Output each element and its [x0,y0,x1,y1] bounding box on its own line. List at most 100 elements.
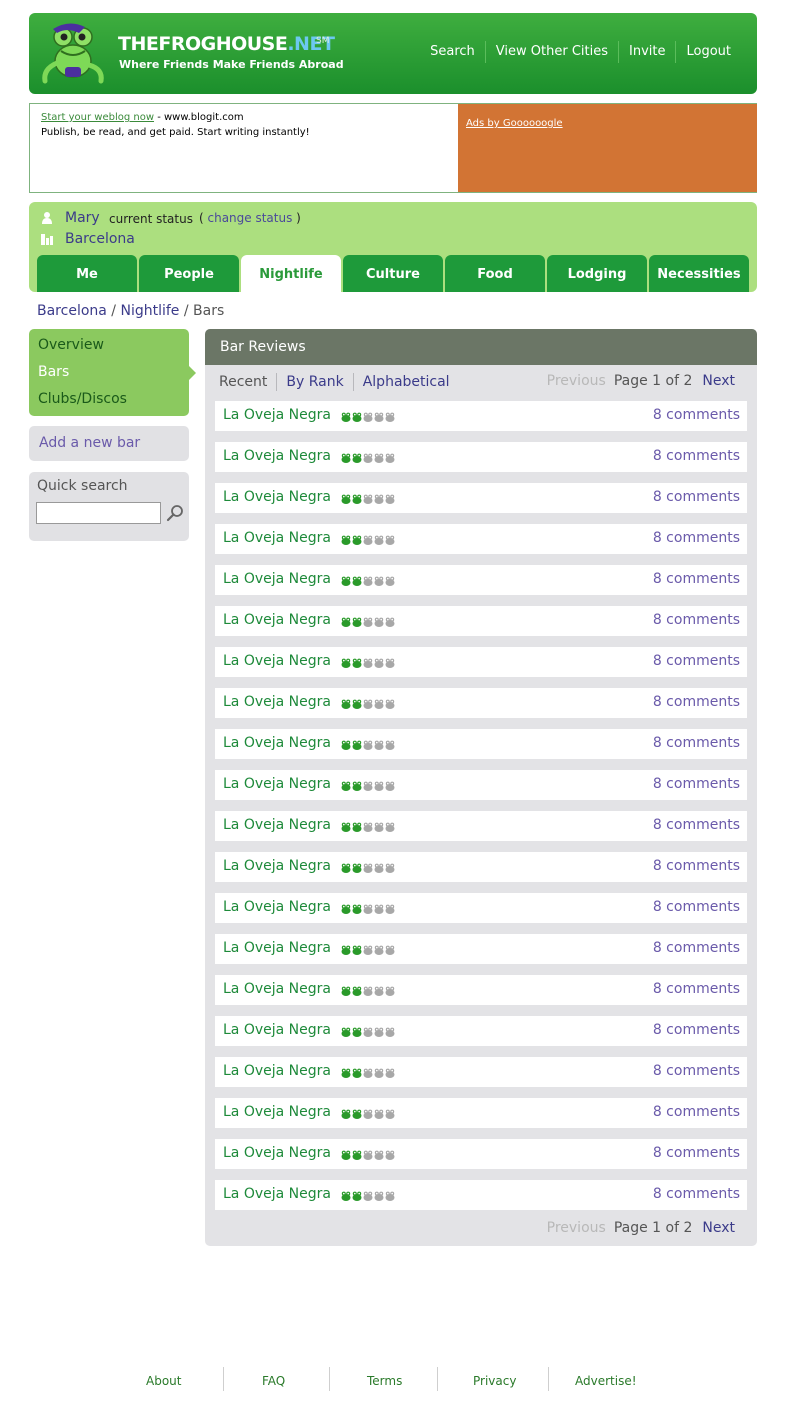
bar-name-link[interactable]: La Oveja Negra [223,612,331,628]
frog-filled-icon [352,576,362,586]
frog-empty-icon [385,1191,395,1201]
frog-filled-icon [341,904,351,914]
bar-row: La Oveja Negra 8 comments [215,565,747,595]
bar-name-link[interactable]: La Oveja Negra [223,940,331,956]
sidebar-item-clubs-discos[interactable]: Clubs/Discos [38,391,127,407]
bar-row: La Oveja Negra 8 comments [215,1139,747,1169]
sidebar-item-overview[interactable]: Overview [38,337,104,353]
comments-link[interactable]: 8 comments [653,1104,740,1120]
frog-empty-icon [363,617,373,627]
comments-link[interactable]: 8 comments [653,653,740,669]
footer-about-link[interactable]: About [146,1374,181,1388]
breadcrumb-city-link[interactable]: Barcelona [37,303,107,319]
tab-me[interactable]: Me [37,255,137,292]
bar-name-link[interactable]: La Oveja Negra [223,899,331,915]
breadcrumb-section-link[interactable]: Nightlife [120,303,179,319]
tab-food[interactable]: Food [445,255,545,292]
frog-filled-icon [341,945,351,955]
sidebar-item-bars[interactable]: Bars [38,364,69,380]
bar-name-link[interactable]: La Oveja Negra [223,858,331,874]
tab-culture[interactable]: Culture [343,255,443,292]
frog-filled-icon [341,1191,351,1201]
comments-link[interactable]: 8 comments [653,858,740,874]
sort-alphabetical[interactable]: Alphabetical [354,373,459,391]
frog-empty-icon [385,494,395,504]
comments-link[interactable]: 8 comments [653,530,740,546]
comments-link[interactable]: 8 comments [653,735,740,751]
comments-link[interactable]: 8 comments [653,940,740,956]
bar-name-link[interactable]: La Oveja Negra [223,1186,331,1202]
user-name-link[interactable]: Mary [65,210,100,226]
comments-link[interactable]: 8 comments [653,1145,740,1161]
section-tabs: Me People Nightlife Culture Food Lodging… [37,255,749,292]
ad-body: Publish, be read, and get paid. Start wr… [41,127,310,138]
comments-link[interactable]: 8 comments [653,489,740,505]
bar-name-link[interactable]: La Oveja Negra [223,1145,331,1161]
tab-people[interactable]: People [139,255,239,292]
bar-name-link[interactable]: La Oveja Negra [223,1022,331,1038]
frog-rating [341,781,395,791]
site-logo-text[interactable]: THEFROGHOUSE.NET [118,33,335,55]
bar-name-link[interactable]: La Oveja Negra [223,448,331,464]
nav-view-other-cities-link[interactable]: View Other Cities [486,42,618,62]
bar-name-link[interactable]: La Oveja Negra [223,1104,331,1120]
bar-name-link[interactable]: La Oveja Negra [223,817,331,833]
tab-lodging[interactable]: Lodging [547,255,647,292]
footer-terms-link[interactable]: Terms [367,1374,402,1388]
footer-advertise-link[interactable]: Advertise! [575,1374,637,1388]
comments-link[interactable]: 8 comments [653,899,740,915]
pager-next-link[interactable]: Next [702,373,735,389]
bar-name-link[interactable]: La Oveja Negra [223,1063,331,1079]
comments-link[interactable]: 8 comments [653,612,740,628]
user-bar: Mary current status ( change status ) Ba… [29,202,757,292]
bar-name-link[interactable]: La Oveja Negra [223,489,331,505]
bar-name-link[interactable]: La Oveja Negra [223,530,331,546]
frog-logo-icon[interactable] [39,23,109,85]
pager-previous-link[interactable]: Previous [547,373,606,389]
comments-link[interactable]: 8 comments [653,1186,740,1202]
ad-link[interactable]: Start your weblog now [41,112,154,123]
user-city-link[interactable]: Barcelona [65,231,135,247]
bar-name-link[interactable]: La Oveja Negra [223,981,331,997]
frog-empty-icon [385,740,395,750]
bar-name-link[interactable]: La Oveja Negra [223,571,331,587]
bar-row: La Oveja Negra 8 comments [215,647,747,677]
nav-search-link[interactable]: Search [420,42,485,62]
comments-link[interactable]: 8 comments [653,694,740,710]
comments-link[interactable]: 8 comments [653,571,740,587]
comments-link[interactable]: 8 comments [653,407,740,423]
comments-link[interactable]: 8 comments [653,1022,740,1038]
nav-logout-link[interactable]: Logout [676,42,741,62]
comments-link[interactable]: 8 comments [653,981,740,997]
nav-invite-link[interactable]: Invite [619,42,675,62]
comments-link[interactable]: 8 comments [653,776,740,792]
frog-empty-icon [374,658,384,668]
bar-row: La Oveja Negra 8 comments [215,688,747,718]
comments-link[interactable]: 8 comments [653,1063,740,1079]
quick-search-input[interactable] [36,502,161,524]
bar-name-link[interactable]: La Oveja Negra [223,776,331,792]
frog-empty-icon [374,535,384,545]
bar-name-link[interactable]: La Oveja Negra [223,694,331,710]
comments-link[interactable]: 8 comments [653,817,740,833]
footer-faq-link[interactable]: FAQ [262,1374,285,1388]
top-navigation: Search View Other Cities Invite Logout [420,41,741,63]
tab-nightlife[interactable]: Nightlife [241,255,341,292]
change-status-link[interactable]: change status [208,211,293,225]
bar-name-link[interactable]: La Oveja Negra [223,407,331,423]
sort-recent[interactable]: Recent [219,373,276,391]
bar-name-link[interactable]: La Oveja Negra [223,735,331,751]
pager-next-link[interactable]: Next [702,1220,735,1236]
tab-necessities[interactable]: Necessities [649,255,749,292]
add-new-bar-link[interactable]: Add a new bar [39,435,140,451]
magnifier-icon[interactable] [166,504,184,522]
pager-previous-link[interactable]: Previous [547,1220,606,1236]
bar-name-link[interactable]: La Oveja Negra [223,653,331,669]
ads-by-google-link[interactable]: Ads by Goooooogle [466,118,563,129]
pager-bottom: Previous Page 1 of 2 Next [547,1220,735,1236]
quick-search-box: Quick search [29,472,189,541]
frog-rating [341,986,395,996]
footer-privacy-link[interactable]: Privacy [473,1374,516,1388]
comments-link[interactable]: 8 comments [653,448,740,464]
sort-by-rank[interactable]: By Rank [277,373,352,391]
